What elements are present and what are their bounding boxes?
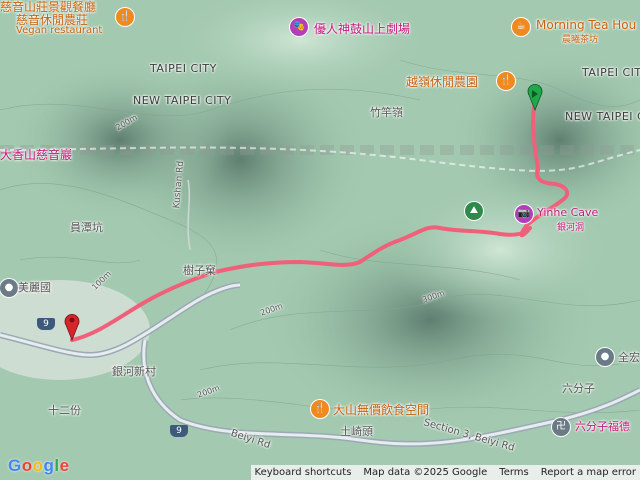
temple-icon[interactable]: 卍 (552, 418, 570, 436)
map-footer: Keyboard shortcuts Map data ©2025 Google… (250, 465, 640, 480)
label-tuqitou: 土崎頭 (340, 425, 373, 438)
label-new-taipei-city: NEW TAIPEI CITY (565, 110, 640, 123)
label-zhuzike: 樹子窠 (183, 264, 216, 277)
place-icon[interactable]: ● (596, 348, 614, 366)
route-shield-9: 9 (37, 318, 55, 330)
label-vegan-restaurant-sub: Vegan restaurant (16, 25, 103, 36)
restaurant-icon[interactable]: 🍴 (497, 72, 515, 90)
google-logo: Google (8, 456, 70, 475)
label-yuantankeng: 員潭坑 (70, 221, 103, 234)
label-morning-tea-zh: 晨曦茶坊 (562, 35, 599, 45)
report-error-link[interactable]: Report a map error (541, 467, 636, 478)
label-liufenzi-temple[interactable]: 六分子福德 (575, 418, 630, 434)
route-shield-9: 9 (170, 425, 188, 437)
label-new-taipei-city: NEW TAIPEI CITY (133, 94, 232, 107)
trailhead-icon[interactable]: ⛰ (465, 202, 483, 220)
cafe-icon[interactable]: ☕ (512, 18, 530, 36)
keyboard-shortcuts-link[interactable]: Keyboard shortcuts (255, 467, 352, 478)
ridge-light (380, 180, 620, 320)
label-yinhe-village: 銀河新村 (112, 365, 156, 378)
label-theater[interactable]: 優人神鼓山上劇場 (314, 20, 410, 37)
terms-link[interactable]: Terms (499, 467, 528, 478)
label-taipei-city: TAIPEI CITY (582, 66, 640, 79)
label-ciyin-temple[interactable]: 大香山慈音巖 (0, 146, 72, 163)
restaurant-icon[interactable]: 🍴 (311, 400, 329, 418)
label-quanhong[interactable]: 全宏 (618, 349, 640, 365)
cave-icon[interactable]: 📷 (515, 205, 533, 223)
label-yueling-farm[interactable]: 越嶺休閒農園 (406, 73, 478, 90)
ridge-shadow (10, 60, 230, 220)
restaurant-icon[interactable]: 🍴 (116, 8, 134, 26)
place-icon[interactable]: ● (0, 279, 18, 297)
label-twelve-fen: 十二份 (48, 404, 81, 417)
theater-icon[interactable]: 🎭 (290, 18, 308, 36)
label-liufenzi: 六分子 (562, 382, 595, 395)
label-morning-tea[interactable]: Morning Tea Hou (536, 18, 636, 32)
label-yinhe-cave-zh: 銀河洞 (557, 223, 585, 233)
label-restaurant-dashan[interactable]: 大山無價飲食空間 (333, 401, 429, 418)
label-zhuganling: 竹竿嶺 (370, 106, 403, 119)
label-meili[interactable]: 美麗國 (18, 279, 51, 295)
map-data-attribution: Map data ©2025 Google (363, 467, 488, 478)
label-yinhe-cave[interactable]: Yinhe Cave (537, 206, 598, 219)
label-taipei-city: TAIPEI CITY (150, 62, 217, 75)
